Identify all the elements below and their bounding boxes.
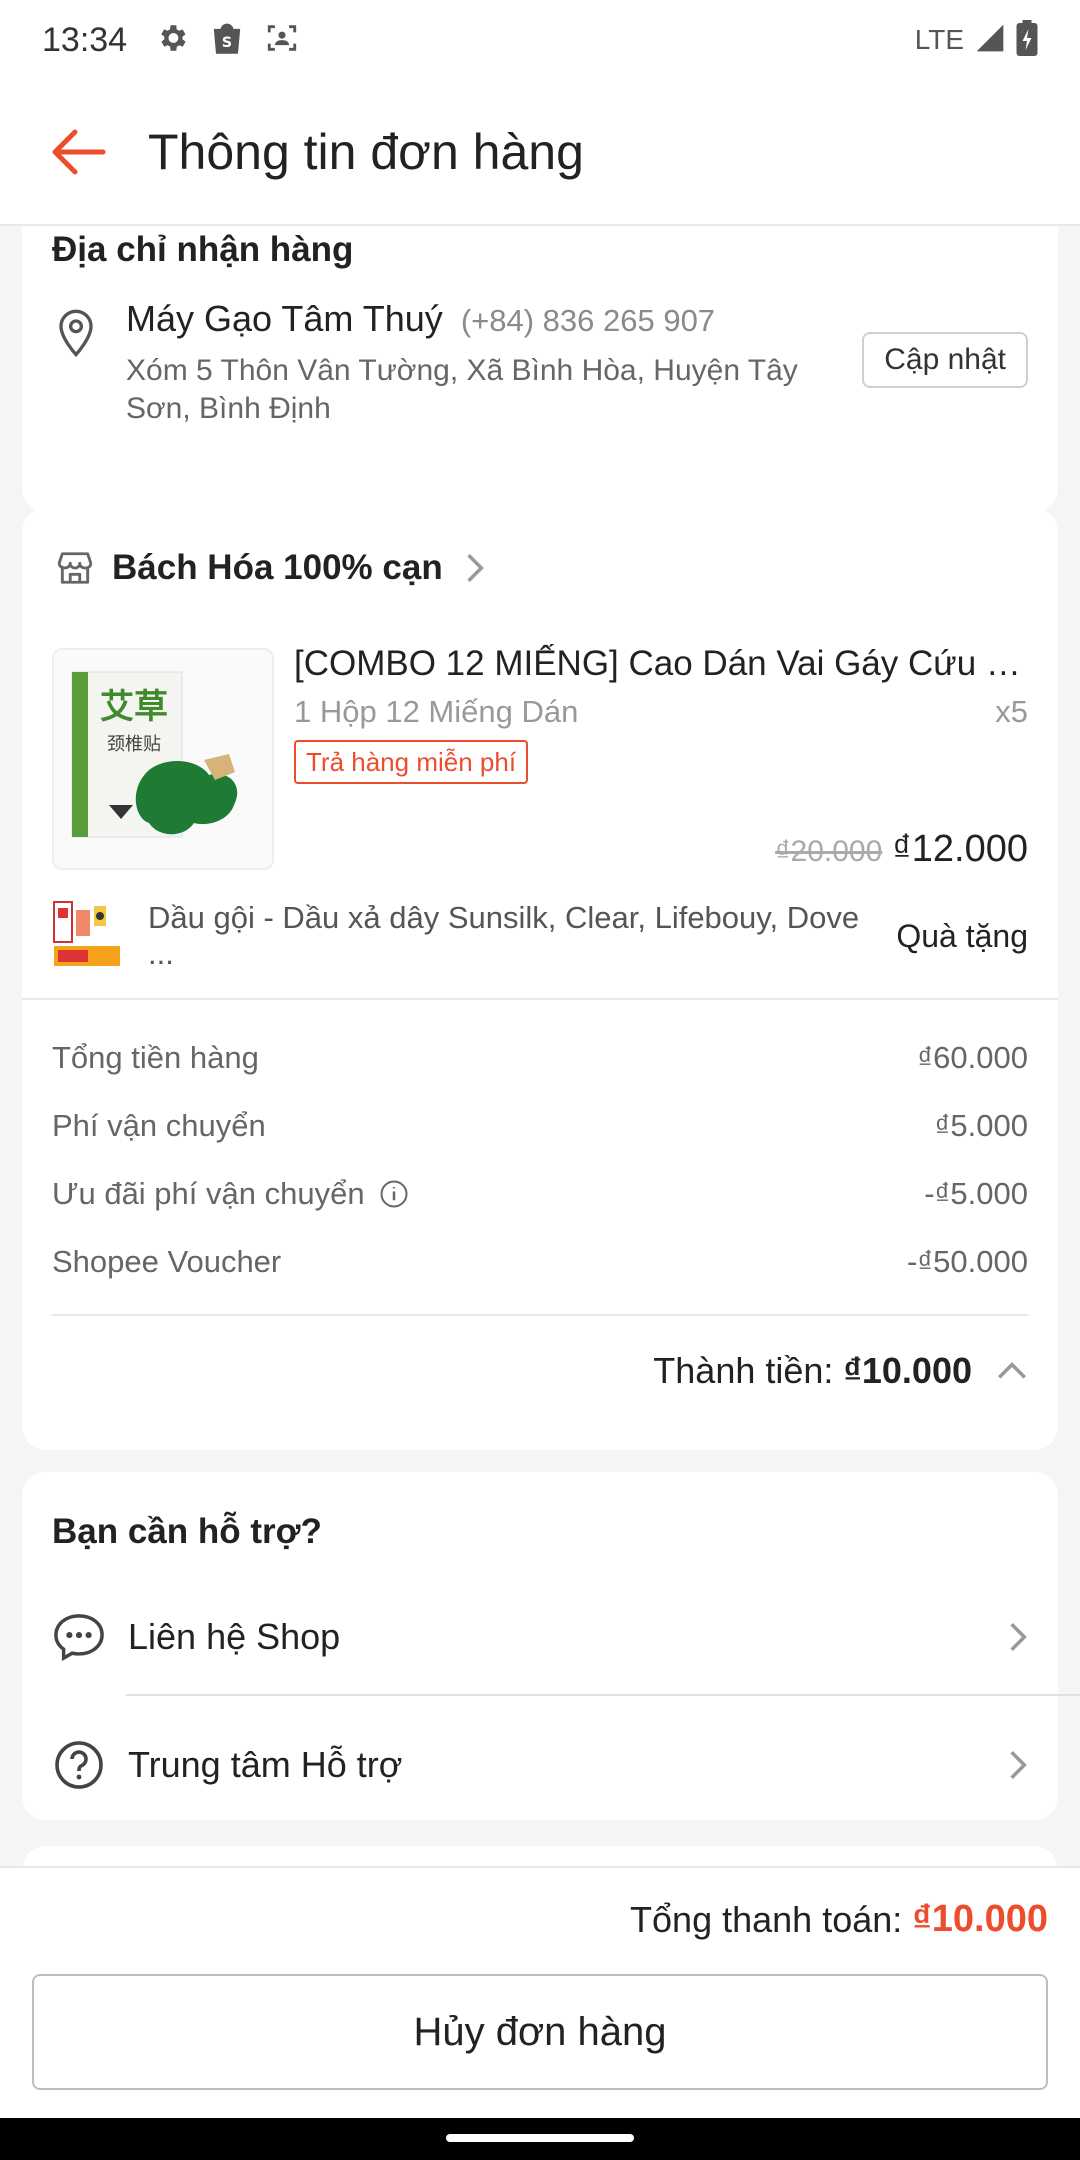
summary-row-voucher: Shopee Voucher -₫50.000 xyxy=(52,1244,1028,1280)
chevron-right-icon xyxy=(467,553,484,583)
support-item-label: Liên hệ Shop xyxy=(128,1616,341,1657)
summary-label-group: Ưu đãi phí vận chuyển xyxy=(52,1176,409,1212)
summary-row-shipping: Phí vận chuyển ₫5.000 xyxy=(52,1108,1028,1144)
price-row: ₫20.000 ₫12.000 xyxy=(775,828,1028,871)
system-nav-bar xyxy=(0,2118,1080,2160)
help-center-item[interactable]: Trung tâm Hỗ trợ xyxy=(22,1702,1058,1828)
svg-text:颈椎贴: 颈椎贴 xyxy=(107,734,161,755)
recipient-phone: (+84) 836 265 907 xyxy=(460,303,716,338)
summary-value: ₫5.000 xyxy=(934,1108,1028,1143)
total-label: Thành tiền: xyxy=(653,1350,834,1391)
original-price: ₫20.000 xyxy=(775,835,883,868)
back-button[interactable] xyxy=(22,97,132,207)
signal-icon xyxy=(974,22,1006,59)
free-return-badge: Trả hàng miễn phí xyxy=(294,740,529,784)
summary-divider xyxy=(52,1314,1028,1316)
gift-label: Quà tặng xyxy=(896,918,1028,954)
summary-label: Tổng tiền hàng xyxy=(52,1040,259,1075)
address-detail: Xóm 5 Thôn Vân Tường, Xã Bình Hòa, Huyện… xyxy=(126,354,798,425)
shop-link[interactable]: Bách Hóa 100% cạn xyxy=(56,548,485,588)
status-bar: 13:34 S LTE xyxy=(0,0,1080,80)
shopee-bag-icon: S xyxy=(211,21,243,60)
home-gesture-handle[interactable] xyxy=(446,2134,634,2142)
product-quantity: x5 xyxy=(995,694,1028,729)
svg-text:S: S xyxy=(222,35,232,51)
app-header: Thông tin đơn hàng xyxy=(0,80,1080,226)
product-image[interactable]: 艾草 颈椎贴 xyxy=(52,648,274,870)
next-card xyxy=(22,1846,1058,1866)
gift-image xyxy=(52,900,122,970)
summary-label: Ưu đãi phí vận chuyển xyxy=(52,1176,365,1211)
total-value: ₫10.000 xyxy=(843,1350,972,1391)
summary-value: -₫50.000 xyxy=(906,1244,1028,1279)
info-icon[interactable] xyxy=(379,1179,409,1209)
chevron-up-icon xyxy=(997,1362,1027,1379)
payment-total-label: Tổng thanh toán: xyxy=(630,1898,903,1940)
summary-value: ₫60.000 xyxy=(917,1040,1028,1075)
status-notification-icons: S xyxy=(155,21,299,60)
chat-icon xyxy=(52,1610,106,1664)
page-title: Thông tin đơn hàng xyxy=(148,124,584,180)
sale-price: ₫12.000 xyxy=(892,828,1028,870)
bottom-action-bar: Tổng thanh toán: ₫10.000 Hủy đơn hàng xyxy=(0,1866,1080,2118)
summary-value: -₫5.000 xyxy=(924,1176,1028,1211)
payment-total: Tổng thanh toán: ₫10.000 xyxy=(630,1898,1048,1941)
recipient-line: Máy Gạo Tâm Thuý (+84) 836 265 907 xyxy=(126,298,715,340)
product-name[interactable]: [COMBO 12 MIẾNG] Cao Dán Vai Gáy Cứu Ngả… xyxy=(294,644,1024,684)
summary-row-shipping-discount: Ưu đãi phí vận chuyển -₫5.000 xyxy=(52,1176,1028,1212)
gift-name: Dầu gội - Dầu xả dây Sunsilk, Clear, Lif… xyxy=(148,900,860,971)
shop-name: Bách Hóa 100% cạn xyxy=(112,548,443,587)
svg-text:艾草: 艾草 xyxy=(100,687,168,727)
shop-icon xyxy=(57,552,93,584)
update-address-button[interactable]: Cập nhật xyxy=(862,332,1028,388)
chevron-right-icon xyxy=(1010,1750,1027,1780)
status-system-icons: LTE xyxy=(914,19,1038,61)
address-section-title: Địa chỉ nhận hàng xyxy=(52,230,354,269)
support-title: Bạn cần hỗ trợ? xyxy=(52,1512,322,1551)
chevron-right-icon xyxy=(1010,1622,1027,1652)
cancel-order-button[interactable]: Hủy đơn hàng xyxy=(32,1974,1048,2090)
summary-label: Shopee Voucher xyxy=(52,1244,282,1279)
face-scan-icon xyxy=(265,21,299,60)
section-divider xyxy=(22,998,1058,1000)
support-item-label: Trung tâm Hỗ trợ xyxy=(128,1744,403,1785)
address-card: Địa chỉ nhận hàng Máy Gạo Tâm Thuý (+84)… xyxy=(22,226,1058,512)
order-card: Bách Hóa 100% cạn 艾草 颈椎贴 [COMBO 12 MIẾNG… xyxy=(22,508,1058,1450)
support-card: Bạn cần hỗ trợ? Liên hệ Shop Trung tâm H… xyxy=(22,1472,1058,1820)
product-variant: 1 Hộp 12 Miếng Dán xyxy=(294,694,579,729)
recipient-name: Máy Gạo Tâm Thuý xyxy=(126,298,443,339)
status-time: 13:34 xyxy=(42,20,128,59)
battery-icon xyxy=(1016,19,1038,61)
summary-label: Phí vận chuyển xyxy=(52,1108,266,1143)
help-icon xyxy=(52,1738,106,1792)
summary-row-subtotal: Tổng tiền hàng ₫60.000 xyxy=(52,1040,1028,1076)
location-pin-icon xyxy=(56,308,96,363)
arrow-left-icon xyxy=(52,129,106,175)
support-divider xyxy=(126,1694,1080,1696)
settings-icon xyxy=(155,21,189,60)
network-type: LTE xyxy=(914,24,964,55)
payment-total-value: ₫10.000 xyxy=(912,1898,1048,1940)
contact-shop-item[interactable]: Liên hệ Shop xyxy=(22,1574,1058,1700)
order-detail-scroll[interactable]: Địa chỉ nhận hàng Máy Gạo Tâm Thuý (+84)… xyxy=(0,226,1080,1866)
order-total-toggle[interactable]: Thành tiền: ₫10.000 xyxy=(653,1350,1028,1392)
